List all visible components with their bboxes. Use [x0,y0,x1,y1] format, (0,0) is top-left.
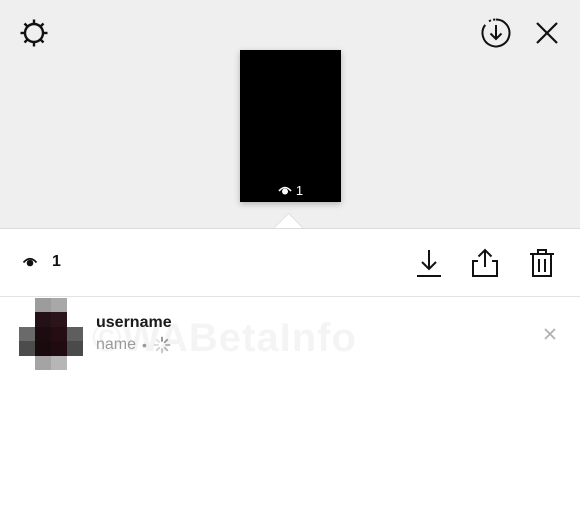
close-icon [544,328,556,340]
download-button[interactable] [412,245,446,281]
gear-icon [20,19,48,47]
eye-icon [278,186,292,195]
views-count: 1 [22,253,61,271]
save-story-button[interactable] [478,15,514,51]
share-icon [472,248,498,277]
close-button[interactable] [531,17,563,49]
delete-button[interactable] [525,245,559,281]
avatar [19,298,83,370]
thumbnail-views-text: 1 [295,183,304,198]
views-count-text: 1 [52,253,61,270]
viewer-subline: name • [96,336,171,354]
viewer-username: username [96,314,172,331]
thumbnail-view-count: 1 [240,183,341,198]
viewer-name: name [96,336,137,353]
settings-button[interactable] [16,15,52,51]
action-bar: 1 [0,229,580,296]
loading-spinner-icon [153,336,171,354]
viewer-list-item[interactable]: username name • [0,297,580,373]
close-icon [536,22,558,44]
trash-icon [530,249,554,277]
story-thumbnail[interactable]: 1 [240,50,341,202]
download-icon [417,250,441,277]
separator-dot: • [142,337,147,353]
share-button[interactable] [467,245,503,281]
remove-viewer-button[interactable] [540,324,560,344]
eye-icon [22,257,38,267]
download-circle-icon [481,18,511,48]
